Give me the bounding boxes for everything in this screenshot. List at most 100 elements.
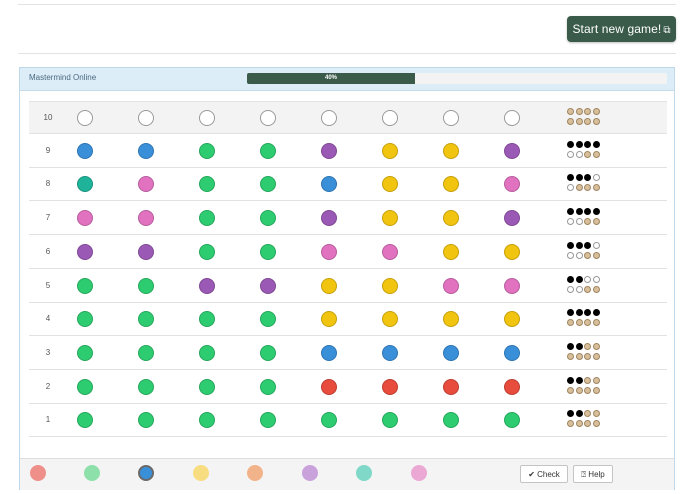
key-peg	[584, 218, 591, 226]
help-button[interactable]: ⍰ Help	[573, 465, 613, 483]
board-row: 6	[29, 236, 667, 269]
code-peg	[77, 243, 93, 260]
key-peg	[575, 309, 583, 317]
code-peg	[77, 176, 93, 193]
code-peg	[77, 378, 93, 395]
code-peg	[504, 142, 520, 159]
code-peg	[138, 412, 154, 429]
key-peg	[584, 342, 591, 350]
feedback-pegs	[567, 174, 607, 196]
panel-header: Mastermind Online 40%	[20, 68, 674, 91]
header-divider	[18, 53, 676, 54]
code-peg	[321, 311, 337, 328]
code-peg	[504, 412, 520, 429]
code-peg	[504, 277, 520, 294]
key-peg	[584, 184, 591, 192]
feedback-pegs	[567, 275, 607, 298]
palette-color-swatch[interactable]	[302, 465, 318, 481]
key-peg	[592, 174, 600, 182]
key-peg	[592, 319, 600, 327]
key-peg	[575, 218, 583, 226]
code-peg	[504, 378, 520, 395]
palette-color-swatch[interactable]	[138, 465, 154, 481]
code-peg	[382, 176, 398, 193]
code-peg	[321, 378, 337, 395]
code-peg	[260, 210, 276, 227]
code-peg	[443, 311, 459, 328]
key-peg	[567, 208, 574, 216]
palette-color-swatch[interactable]	[84, 465, 100, 481]
progress-bar: 40%	[247, 73, 667, 84]
code-peg	[443, 412, 459, 429]
palette-color-swatch[interactable]	[30, 465, 46, 481]
key-peg	[567, 376, 574, 384]
key-peg	[575, 108, 583, 115]
key-peg	[592, 410, 600, 418]
code-peg	[443, 243, 459, 260]
code-peg	[443, 210, 459, 227]
checkmark-icon: ✔	[528, 470, 535, 479]
code-peg	[199, 142, 215, 159]
key-peg	[584, 275, 591, 283]
key-peg	[592, 251, 600, 259]
code-peg	[260, 412, 276, 429]
key-peg	[575, 319, 583, 327]
code-peg	[138, 344, 154, 361]
key-peg	[567, 218, 574, 226]
palette-color-swatch[interactable]	[247, 465, 263, 481]
palette-color-swatch[interactable]	[411, 465, 427, 481]
board-row[interactable]: 10	[29, 101, 667, 134]
key-peg	[567, 352, 574, 360]
code-peg	[199, 344, 215, 361]
empty-peg-slot[interactable]	[260, 110, 276, 126]
code-peg	[77, 344, 93, 361]
code-peg	[321, 344, 337, 361]
code-peg	[77, 412, 93, 429]
empty-peg-slot[interactable]	[199, 110, 215, 126]
empty-peg-slot[interactable]	[382, 110, 398, 126]
key-peg	[567, 184, 574, 192]
feedback-pegs	[567, 376, 607, 399]
code-peg	[382, 243, 398, 260]
code-peg	[138, 210, 154, 227]
key-peg	[592, 420, 600, 428]
code-peg	[260, 142, 276, 159]
board-row: 1	[29, 404, 667, 438]
feedback-pegs	[567, 309, 607, 331]
key-peg	[592, 118, 600, 125]
key-peg	[567, 108, 574, 115]
key-peg	[567, 319, 574, 327]
code-peg	[321, 176, 337, 193]
key-peg	[592, 342, 600, 350]
row-number: 9	[45, 145, 51, 155]
key-peg	[575, 184, 583, 192]
code-peg	[260, 176, 276, 193]
start-new-game-button[interactable]: Start new game! ⧉	[567, 16, 676, 42]
code-peg	[382, 378, 398, 395]
code-peg	[260, 243, 276, 260]
code-peg	[138, 277, 154, 294]
key-peg	[584, 241, 591, 249]
game-panel: Mastermind Online 40% 10 9 8 7 6 5 4 3 2 1 ✔ Chec…	[19, 67, 675, 490]
empty-peg-slot[interactable]	[504, 110, 520, 126]
code-peg	[77, 210, 93, 227]
empty-peg-slot[interactable]	[443, 110, 459, 126]
palette-color-swatch[interactable]	[193, 465, 209, 481]
check-button[interactable]: ✔ Check	[520, 465, 568, 483]
key-peg	[575, 174, 583, 182]
feedback-pegs	[567, 342, 607, 365]
empty-peg-slot[interactable]	[138, 110, 154, 126]
feedback-pegs	[567, 410, 607, 432]
key-peg	[584, 150, 591, 158]
feedback-pegs	[567, 108, 607, 130]
code-peg	[321, 210, 337, 227]
key-peg	[575, 352, 583, 360]
code-peg	[199, 210, 215, 227]
row-number: 6	[45, 246, 51, 256]
key-peg	[575, 420, 583, 428]
empty-peg-slot[interactable]	[77, 110, 93, 126]
empty-peg-slot[interactable]	[321, 110, 337, 126]
code-peg	[260, 277, 276, 294]
code-peg	[77, 277, 93, 294]
palette-color-swatch[interactable]	[356, 465, 372, 481]
